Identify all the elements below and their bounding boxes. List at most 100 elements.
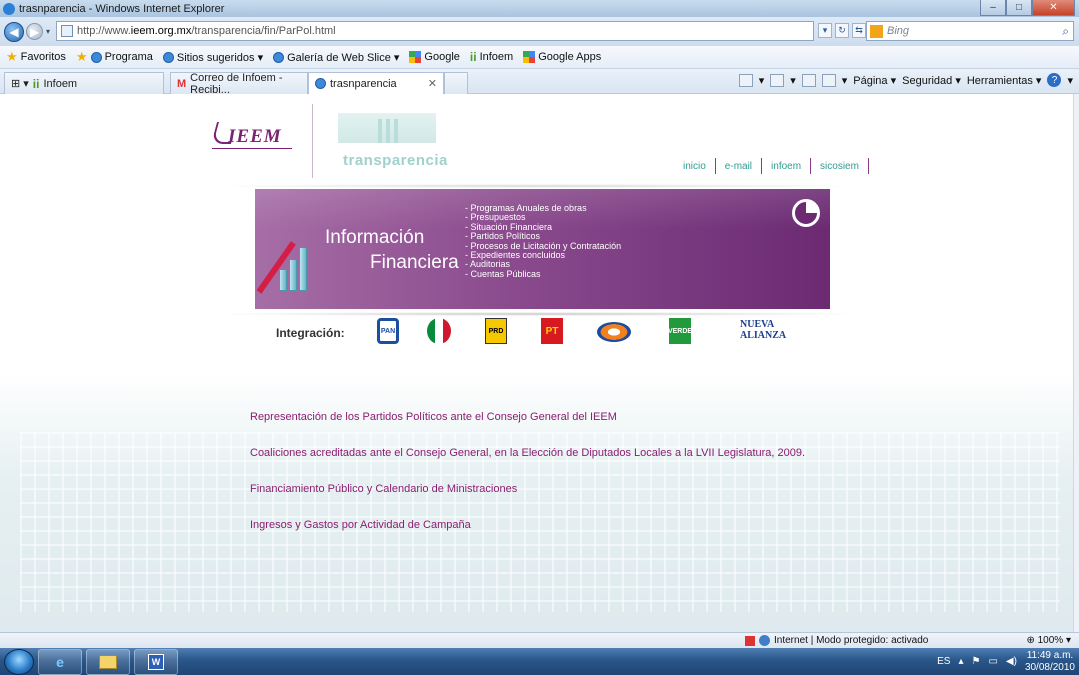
banner-menu: - Programas Anuales de obras - Presupues…	[465, 203, 621, 279]
security-menu[interactable]: Seguridad ▾	[902, 74, 961, 87]
refresh-icon[interactable]: ↻	[835, 23, 849, 38]
favorites-bar: ★ Favoritos ★ Programa Sitios sugeridos ▾ …	[0, 46, 1079, 69]
infoem-icon: ii	[32, 76, 40, 91]
word-icon: W	[148, 653, 164, 670]
folder-icon	[99, 654, 117, 669]
fav-infoem[interactable]: ii Infoem	[470, 50, 513, 64]
zoom-control[interactable]: ⊕ 100% ▾	[1026, 635, 1071, 646]
search-placeholder: Bing	[887, 25, 910, 37]
google-icon	[409, 51, 422, 63]
close-button[interactable]: ✕	[1032, 0, 1075, 16]
address-input[interactable]: http://www.ieem.org.mx/transparencia/fin…	[56, 21, 814, 41]
protected-mode-icon	[745, 635, 755, 646]
command-bar: ▾ ▾ ▾ Página ▾ Seguridad ▾ Herramientas …	[738, 73, 1073, 87]
volume-icon[interactable]: ◀)	[1006, 656, 1017, 667]
logo-text: IEEM	[228, 126, 282, 147]
taskbar-word-button[interactable]: W	[134, 648, 178, 675]
nav-inicio[interactable]: inicio	[674, 161, 715, 172]
link-representacion[interactable]: Representación de los Partidos Políticos…	[250, 411, 617, 423]
nav-divider	[867, 158, 869, 174]
tools-menu[interactable]: Herramientas ▾	[967, 74, 1042, 87]
top-nav: inicio e-mail infoem sicosiem	[674, 158, 869, 174]
vertical-scrollbar[interactable]	[1073, 94, 1079, 632]
info-financiera-banner: Información Financiera - Programas Anual…	[255, 189, 830, 309]
logo-underline	[212, 148, 292, 151]
ie-page-icon	[315, 78, 326, 89]
star-icon: ★	[6, 49, 18, 64]
tab-infoem[interactable]: ⊞ ▾ ii Infoem	[4, 72, 164, 94]
taskbar-ie-button[interactable]: e	[38, 648, 82, 675]
system-tray: ES ▴ ⚑ ▭ ◀) 11:49 a.m. 30/08/2010	[937, 648, 1075, 675]
building-graphic	[338, 113, 436, 143]
page-menu[interactable]: Página ▾	[853, 74, 896, 87]
verde-logo[interactable]: VERDE	[668, 318, 692, 344]
pan-logo[interactable]: PAN	[377, 318, 399, 344]
convergencia-logo[interactable]	[597, 322, 631, 342]
back-button[interactable]: ◀	[4, 21, 24, 42]
ieem-logo[interactable]: IEEM	[210, 118, 292, 158]
fav-galeria-web-slice[interactable]: Galería de Web Slice ▾	[273, 51, 399, 64]
close-tab-icon[interactable]: ✕	[428, 77, 437, 90]
banner-top-shadow	[205, 184, 870, 188]
clock[interactable]: 11:49 a.m. 30/08/2010	[1025, 650, 1075, 674]
window-title: trasnparencia - Windows Internet Explore…	[19, 2, 225, 15]
pie-chart-icon	[792, 199, 820, 227]
feeds-icon[interactable]	[770, 73, 785, 87]
language-indicator[interactable]: ES	[937, 656, 950, 667]
bar-chart-graphic	[263, 209, 318, 309]
address-toolbar: ◀ ▶ ▾ http://www.ieem.org.mx/transparenc…	[0, 17, 1079, 46]
network-icon[interactable]: ▭	[988, 656, 997, 667]
status-bar: Internet | Modo protegido: activado ⊕ 10…	[0, 632, 1079, 648]
fav-programa[interactable]: ★ Programa	[76, 49, 153, 65]
link-financiamiento[interactable]: Financiamiento Público y Calendario de M…	[250, 483, 517, 495]
fav-sitios-sugeridos[interactable]: Sitios sugeridos ▾	[162, 51, 263, 64]
minimize-button[interactable]: –	[980, 0, 1006, 16]
nav-email[interactable]: e-mail	[716, 161, 761, 172]
ie-page-icon	[90, 51, 102, 63]
ie-page-icon	[162, 51, 174, 63]
link-ingresos-gastos[interactable]: Ingresos y Gastos por Actividad de Campa…	[250, 519, 471, 531]
security-zone[interactable]: Internet | Modo protegido: activado	[745, 635, 928, 646]
pri-logo[interactable]	[427, 318, 451, 344]
nav-infoem[interactable]: infoem	[762, 161, 810, 172]
url-text: http://www.ieem.org.mx/transparencia/fin…	[77, 25, 336, 37]
help-icon[interactable]: ?	[1047, 73, 1062, 87]
favorites-button[interactable]: ★ Favoritos	[6, 49, 66, 65]
infoem-icon: ii	[469, 50, 477, 64]
home-icon[interactable]	[738, 73, 753, 87]
fav-google-apps[interactable]: Google Apps	[523, 51, 601, 63]
ie-icon	[3, 2, 15, 15]
history-dropdown-icon[interactable]: ▾	[46, 27, 50, 36]
forward-button[interactable]: ▶	[26, 23, 43, 40]
banner-item[interactable]: - Cuentas Públicas	[465, 269, 621, 279]
nav-sicosiem[interactable]: sicosiem	[811, 161, 868, 172]
flag-icon[interactable]: ⚑	[971, 656, 980, 667]
window-controls: – □ ✕	[980, 0, 1075, 16]
tab-correo[interactable]: M Correo de Infoem - Recibi...	[170, 72, 308, 96]
quick-tabs-icon[interactable]: ⊞ ▾	[11, 77, 29, 90]
nueva-alianza-logo[interactable]: NUEVA ALIANZA	[740, 318, 790, 342]
header-divider	[312, 104, 313, 178]
show-hidden-icons[interactable]: ▴	[958, 656, 963, 667]
add-favorite-icon: ★	[75, 49, 88, 64]
maximize-button[interactable]: □	[1006, 0, 1032, 16]
search-icon[interactable]: ⌕	[1062, 24, 1069, 39]
page-icon	[61, 25, 73, 37]
prd-logo[interactable]: PRD	[485, 318, 507, 344]
title-bar: trasnparencia - Windows Internet Explore…	[0, 0, 1079, 17]
new-tab-button[interactable]	[444, 72, 468, 94]
web-content: IEEM transparencia inicio e-mail infoem …	[0, 94, 1073, 632]
search-input[interactable]: Bing ⌕	[866, 21, 1074, 41]
link-coaliciones[interactable]: Coaliciones acreditadas ante el Consejo …	[250, 447, 805, 459]
compat-view-icon[interactable]: ▾	[818, 23, 832, 38]
pt-logo[interactable]: PT	[541, 318, 563, 344]
tab-trasnparencia[interactable]: trasnparencia ✕	[308, 72, 444, 94]
mail-icon[interactable]	[801, 73, 816, 87]
bing-icon	[870, 24, 883, 38]
fav-google[interactable]: Google	[409, 51, 460, 63]
print-icon[interactable]	[821, 73, 836, 87]
refresh-button-icon[interactable]: ⇆	[852, 23, 866, 38]
start-button[interactable]	[4, 648, 34, 675]
taskbar-explorer-button[interactable]	[86, 648, 130, 675]
banner-title-line1: Información	[325, 227, 425, 248]
